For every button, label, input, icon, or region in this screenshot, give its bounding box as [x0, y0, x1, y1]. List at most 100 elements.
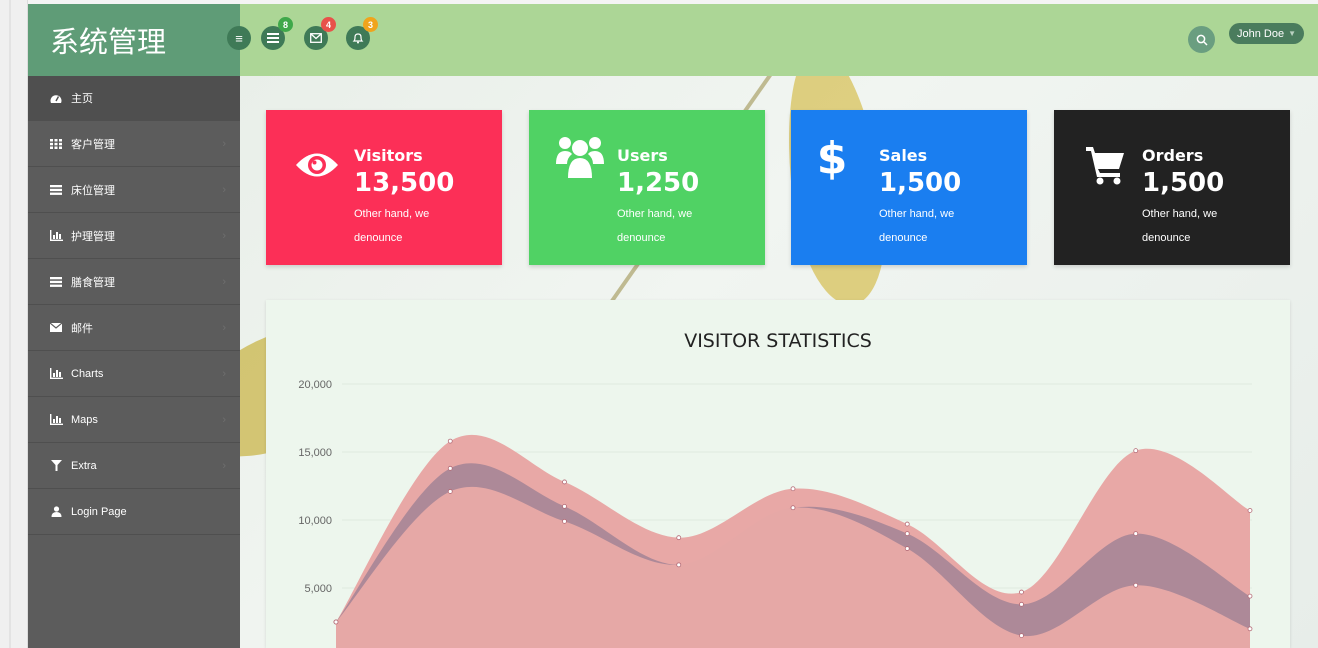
- card-value: 1,250: [617, 168, 700, 198]
- data-point[interactable]: [447, 489, 453, 494]
- sidebar: 主页 客户管理 › 床位管理 › 护理管理 › 膳食管理 › 邮件 › Char…: [28, 76, 240, 648]
- data-point[interactable]: [904, 521, 910, 527]
- data-point[interactable]: [1133, 531, 1139, 537]
- sidebar-item-extra[interactable]: Extra ›: [28, 443, 240, 489]
- data-point[interactable]: [1019, 589, 1024, 595]
- data-point[interactable]: [904, 546, 910, 551]
- card-value: 1,500: [879, 168, 962, 198]
- data-point[interactable]: [562, 518, 567, 524]
- dollar-icon: $: [816, 133, 848, 184]
- users-card[interactable]: Users 1,250 Other hand, we denounce: [529, 110, 765, 265]
- chevron-right-icon: ›: [222, 275, 226, 288]
- data-point[interactable]: [562, 503, 567, 509]
- eye-icon: [292, 140, 342, 190]
- sidebar-item-login[interactable]: Login Page: [28, 489, 240, 535]
- visitors-card[interactable]: Visitors 13,500 Other hand, we denounce: [266, 110, 502, 265]
- chevron-right-icon: ›: [222, 137, 226, 150]
- y-tick-label: 10,000: [298, 515, 332, 527]
- data-point[interactable]: [790, 505, 796, 511]
- chevron-right-icon: ›: [222, 321, 226, 334]
- chevron-right-icon: ›: [222, 459, 226, 472]
- data-point[interactable]: [562, 479, 567, 485]
- app-window: 系统管理 ≡ 8 4 3 John Doe ▼ 主页 客户管理 › 床位管理 ›…: [28, 4, 1318, 648]
- data-point[interactable]: [447, 465, 453, 471]
- visitor-statistics-chart: 5,000 10,000 15,000 20,000: [298, 379, 1253, 648]
- sidebar-item-charts[interactable]: Charts ›: [28, 351, 240, 397]
- menu-toggle-button[interactable]: ≡: [227, 26, 251, 50]
- sidebar-item-label: 客户管理: [71, 138, 115, 151]
- search-icon: [1196, 34, 1208, 46]
- sidebar-item-label: Login Page: [71, 505, 127, 518]
- sidebar-item-label: 邮件: [71, 322, 93, 335]
- data-point[interactable]: [1019, 633, 1024, 639]
- sidebar-item-nursing[interactable]: 护理管理 ›: [28, 213, 240, 259]
- card-description: Other hand, we denounce: [1142, 208, 1218, 244]
- hamburger-icon: ≡: [235, 30, 243, 46]
- list-icon: [49, 184, 63, 195]
- data-point[interactable]: [447, 438, 453, 444]
- sidebar-item-label: Charts: [71, 367, 104, 380]
- sidebar-item-label: 床位管理: [71, 184, 115, 197]
- bell-icon: [352, 33, 364, 44]
- sales-card[interactable]: $ Sales 1,500 Other hand, we denounce: [791, 110, 1027, 265]
- search-button[interactable]: [1188, 26, 1215, 53]
- chevron-right-icon: ›: [222, 367, 226, 380]
- top-header: 系统管理 ≡ 8 4 3 John Doe ▼: [28, 4, 1318, 76]
- sidebar-item-customers[interactable]: 客户管理 ›: [28, 121, 240, 167]
- data-point[interactable]: [333, 619, 339, 625]
- messages-button[interactable]: 4: [304, 17, 336, 50]
- envelope-icon: [49, 323, 63, 332]
- card-value: 1,500: [1142, 168, 1225, 198]
- data-point[interactable]: [676, 535, 682, 541]
- filter-icon: [49, 460, 63, 471]
- grid-icon: [49, 138, 63, 149]
- data-point[interactable]: [1133, 448, 1139, 454]
- chevron-right-icon: ›: [222, 183, 226, 196]
- alerts-count-badge: 3: [363, 17, 378, 32]
- sidebar-item-label: 护理管理: [71, 230, 115, 243]
- sidebar-item-label: Maps: [71, 413, 98, 426]
- orders-card[interactable]: Orders 1,500 Other hand, we denounce: [1054, 110, 1290, 265]
- data-point[interactable]: [904, 531, 910, 537]
- brand-title[interactable]: 系统管理: [28, 4, 240, 76]
- messages-count-badge: 4: [321, 17, 336, 32]
- sidebar-item-maps[interactable]: Maps ›: [28, 397, 240, 443]
- list-icon: [49, 276, 63, 287]
- envelope-icon: [310, 33, 322, 43]
- y-tick-label: 5,000: [304, 583, 332, 595]
- alerts-button[interactable]: 3: [346, 17, 378, 50]
- tasks-button[interactable]: 8: [261, 17, 293, 50]
- data-point[interactable]: [1247, 508, 1253, 513]
- bar-chart-icon: [49, 230, 63, 241]
- data-point[interactable]: [1247, 626, 1253, 632]
- chevron-right-icon: ›: [222, 229, 226, 242]
- card-value: 13,500: [354, 168, 455, 198]
- data-point[interactable]: [1247, 593, 1253, 599]
- card-title: Visitors: [354, 146, 423, 165]
- visitor-statistics-panel: VISITOR STATISTICS 5,000 10,000 15,000 20,0…: [266, 300, 1290, 648]
- cart-icon: [1080, 140, 1130, 190]
- data-point[interactable]: [1019, 601, 1024, 607]
- chevron-right-icon: ›: [222, 413, 226, 426]
- user-name: John Doe: [1237, 27, 1285, 40]
- card-description: Other hand, we denounce: [879, 208, 955, 244]
- sidebar-item-home[interactable]: 主页: [28, 76, 240, 121]
- data-point[interactable]: [790, 486, 796, 492]
- data-point[interactable]: [1133, 582, 1139, 588]
- sidebar-item-mail[interactable]: 邮件 ›: [28, 305, 240, 351]
- sidebar-item-meals[interactable]: 膳食管理 ›: [28, 259, 240, 305]
- dashboard-icon: [49, 93, 63, 104]
- y-tick-label: 20,000: [298, 379, 332, 391]
- data-point[interactable]: [676, 562, 682, 568]
- sidebar-item-label: 主页: [71, 93, 93, 105]
- user-menu-button[interactable]: John Doe ▼: [1229, 23, 1305, 44]
- users-icon: [555, 132, 605, 182]
- list-icon: [267, 33, 279, 43]
- caret-down-icon: ▼: [1288, 29, 1297, 38]
- user-icon: [49, 506, 63, 517]
- sidebar-item-label: Extra: [71, 459, 97, 472]
- bar-chart-icon: [49, 414, 63, 425]
- sidebar-item-beds[interactable]: 床位管理 ›: [28, 167, 240, 213]
- card-description: Other hand, we denounce: [354, 208, 430, 244]
- y-tick-label: 15,000: [298, 447, 332, 459]
